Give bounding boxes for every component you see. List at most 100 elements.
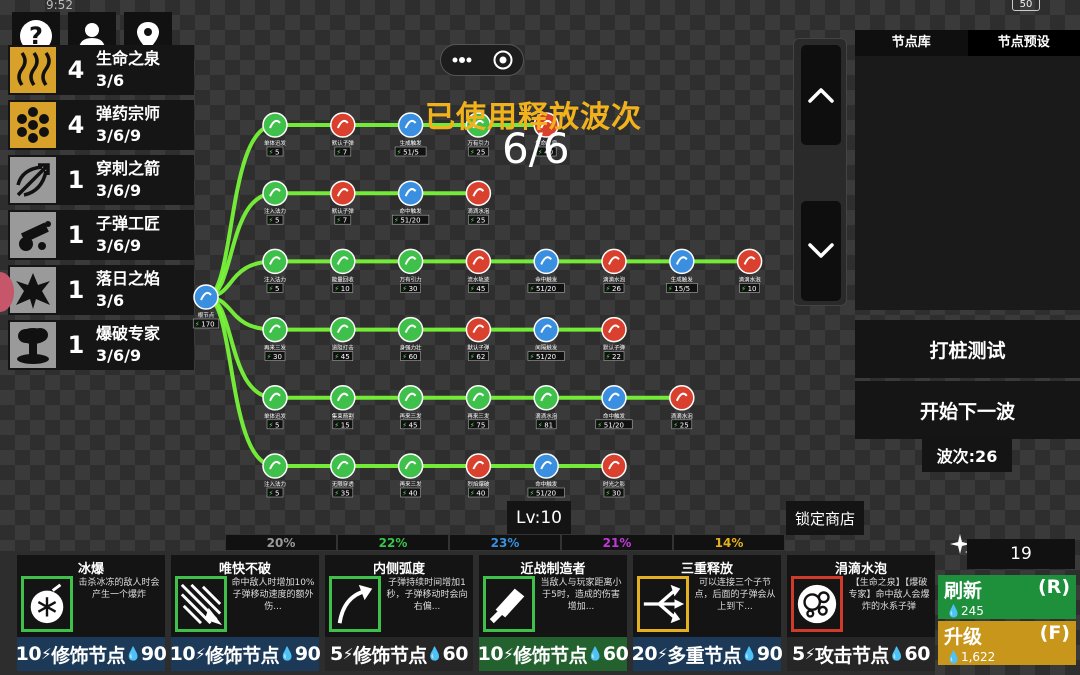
node-icon (601, 453, 627, 479)
next-wave-button[interactable]: 开始下一波 (855, 381, 1080, 439)
node-label: 万有引力 (467, 139, 489, 147)
node-cost: 7 (343, 217, 347, 225)
graph-node[interactable]: 生成触发 ⚡ 51/5 (394, 112, 427, 157)
energy-icon: ⚡ (334, 421, 339, 429)
explosion-icon (17, 328, 49, 364)
synergy-count: 1 (67, 276, 85, 304)
scroll-down-button[interactable] (801, 201, 841, 301)
graph-node[interactable]: 无限穿透 ⚡ 35 (330, 453, 356, 498)
graph-node[interactable]: 能量回收 ⚡ 10 (330, 248, 356, 293)
node-label: 根节点 (198, 311, 215, 319)
energy-icon: ⚡ (673, 421, 678, 429)
synergy-row[interactable]: 4 弹药宗师 3/6/9 (8, 100, 194, 150)
refresh-shop-button[interactable]: 刷新 (R) 💧245 (938, 575, 1076, 619)
energy-icon: ⚡ (269, 490, 274, 498)
more-icon[interactable] (451, 56, 473, 64)
graph-node[interactable]: 命中触发⚡ 51/20 (527, 453, 565, 498)
graph-node[interactable]: 单体迅发⚡ 5 (262, 112, 288, 157)
node-label: 万有引力 (400, 275, 422, 283)
graph-node[interactable]: 再来三发⚡ 30 (262, 316, 288, 362)
synergy-row[interactable]: 1 爆破专家 3/6/9 (8, 320, 194, 370)
graph-node[interactable]: 默认子弹⚡ 62 (465, 316, 492, 362)
miniprogram-capsule[interactable] (440, 44, 524, 76)
energy-icon: ⚡ (269, 217, 274, 225)
graph-node[interactable]: 默认子弹 ⚡ 7 (330, 112, 356, 157)
graph-node[interactable]: 命中触发⚡ 51/20 (527, 248, 565, 293)
tab-node-presets[interactable]: 节点预设 (967, 30, 1080, 56)
card-price-bar: 10 ⚡ 修饰节点 💧 60 (478, 637, 629, 671)
graph-node[interactable]: 滴滴水泡 ⚡ 10 (736, 248, 763, 293)
energy-icon: ⚡ (503, 645, 514, 663)
graph-node[interactable]: 烈焰爆破 ⚡ 40 (465, 453, 492, 498)
lock-shop-button[interactable]: 锁定商店 (786, 501, 864, 535)
player-level: Lv:10 (507, 501, 571, 535)
node-label: 默认子弹 (332, 139, 355, 147)
node-label: 时光之影 (603, 480, 626, 488)
shop-card[interactable]: 三重释放 可以连接三个子节点，后面的子弹会从上到下... 20 ⚡ 多重节点 💧 90 (632, 555, 783, 671)
graph-node[interactable]: 命中触发⚡ 51/20 (595, 385, 633, 430)
energy-icon: ⚡ (41, 645, 52, 663)
graph-node[interactable]: 命中触发⚡ 51/20 (392, 180, 430, 225)
energy-icon: ⚡ (597, 421, 602, 429)
graph-node[interactable]: 道阻打击⚡ 45 (330, 316, 356, 362)
gem-count: 19 (967, 539, 1075, 569)
card-price-bar: 20 ⚡ 多重节点 💧 90 (632, 637, 783, 671)
synergy-row[interactable]: 1 落日之焰 3/6 (8, 265, 194, 315)
card-node-type: 多重节点 (667, 644, 742, 667)
energy-icon: ⚡ (606, 490, 611, 498)
node-cost: 51/20 (536, 353, 556, 361)
energy-icon: ⚡ (334, 490, 339, 498)
node-label: 无限穿透 (332, 480, 355, 488)
graph-node[interactable]: 生成触发 ⚡ 15/5 (665, 248, 698, 293)
shop-card[interactable]: 涓滴水泡 【生命之泉】【爆破专家】命中敌人会爆炸的水系子弹 5 ⚡ 攻击节点 💧 60 (787, 555, 935, 671)
graph-node[interactable]: 流水轨迹 ⚡ 45 (465, 248, 492, 293)
node-cost: 5 (275, 217, 279, 225)
shop-card[interactable]: 内侧弧度 子弹持续时间增加1秒，子弹移动时会向右偏... 5 ⚡ 修饰节点 💧 60 (325, 555, 473, 671)
node-cost: 22 (612, 353, 621, 361)
node-icon (262, 385, 288, 411)
tab-node-library[interactable]: 节点库 (855, 30, 968, 56)
node-icon (736, 248, 763, 275)
shop-card[interactable]: 近战制造者 当敌人与玩家距离小于5时，造成的伤害增加... 10 ⚡ 修饰节点 💧 60 (478, 555, 629, 671)
energy-icon: ⚡ (470, 353, 475, 361)
graph-node[interactable]: 万有引力 ⚡ 30 (397, 248, 424, 293)
graph-node[interactable]: 滴滴水泡⚡ 25 (465, 180, 492, 225)
graph-node[interactable]: 注入法力 ⚡ 5 (262, 453, 288, 498)
graph-node[interactable]: 集束箭割⚡ 15 (330, 385, 356, 430)
card-price-bar: 10 ⚡ 修饰节点 💧 90 (170, 637, 321, 671)
graph-node[interactable]: 滴滴水泡 ⚡ 26 (601, 248, 627, 293)
test-dummy-button[interactable]: 打桩测试 (855, 320, 1080, 378)
node-label: 道阻打击 (332, 344, 355, 352)
graph-node[interactable]: 再来三发 ⚡ 40 (397, 453, 424, 498)
card-title: 涓滴水泡 (834, 562, 887, 577)
synergy-row[interactable]: 4 生命之泉 3/6 (8, 45, 194, 95)
graph-node[interactable]: 滴滴水泡⚡ 25 (669, 385, 695, 430)
graph-node[interactable]: 注入法力 ⚡ 5 (262, 248, 288, 293)
graph-node[interactable]: 注入法力 ⚡ 5 (262, 180, 288, 225)
node-icon (669, 248, 695, 275)
graph-node[interactable]: 间隔触发⚡ 51/20 (527, 316, 565, 362)
graph-node[interactable]: 时光之影 ⚡ 30 (601, 453, 627, 498)
triple-split-icon (643, 584, 685, 624)
close-target-icon[interactable] (492, 49, 514, 71)
energy-icon: ⚡ (606, 285, 611, 293)
graph-node[interactable]: 身强力壮⚡ 60 (397, 316, 424, 362)
graph-node[interactable]: 再来三发⚡ 75 (465, 385, 492, 430)
graph-node[interactable]: 再来三发⚡ 45 (397, 385, 424, 430)
shop-card[interactable]: 唯快不破 命中敌人时增加10%子弹移动速度的额外伤... 10 ⚡ 修饰节点 💧 90 (170, 555, 321, 671)
graph-node[interactable]: 默认子弹 ⚡ 7 (330, 180, 356, 225)
synergy-row[interactable]: 1 子弹工匠 3/6/9 (8, 210, 194, 260)
graph-node[interactable]: 默认子弹⚡ 22 (601, 316, 627, 362)
graph-node[interactable]: 滴滴水泡⚡ 81 (533, 385, 559, 430)
graph-node[interactable]: 单体迅发⚡ 5 (262, 385, 288, 430)
scroll-up-button[interactable] (801, 45, 841, 145)
synergy-row[interactable]: 1 穿刺之箭 3/6/9 (8, 155, 194, 205)
upgrade-button[interactable]: 升级 (F) 💧1,622 (938, 621, 1076, 665)
node-cost: 26 (612, 285, 621, 293)
shop-card[interactable]: 冰爆 击杀冰冻的敌人时会产生一个爆炸 10 ⚡ 修饰节点 💧 90 (16, 555, 167, 671)
synergy-badge (10, 212, 56, 258)
node-cost: 5 (275, 421, 279, 429)
node-cost: 35 (341, 490, 350, 498)
synergy-tiers: 3/6 (96, 71, 125, 90)
synergy-badge (10, 102, 56, 148)
